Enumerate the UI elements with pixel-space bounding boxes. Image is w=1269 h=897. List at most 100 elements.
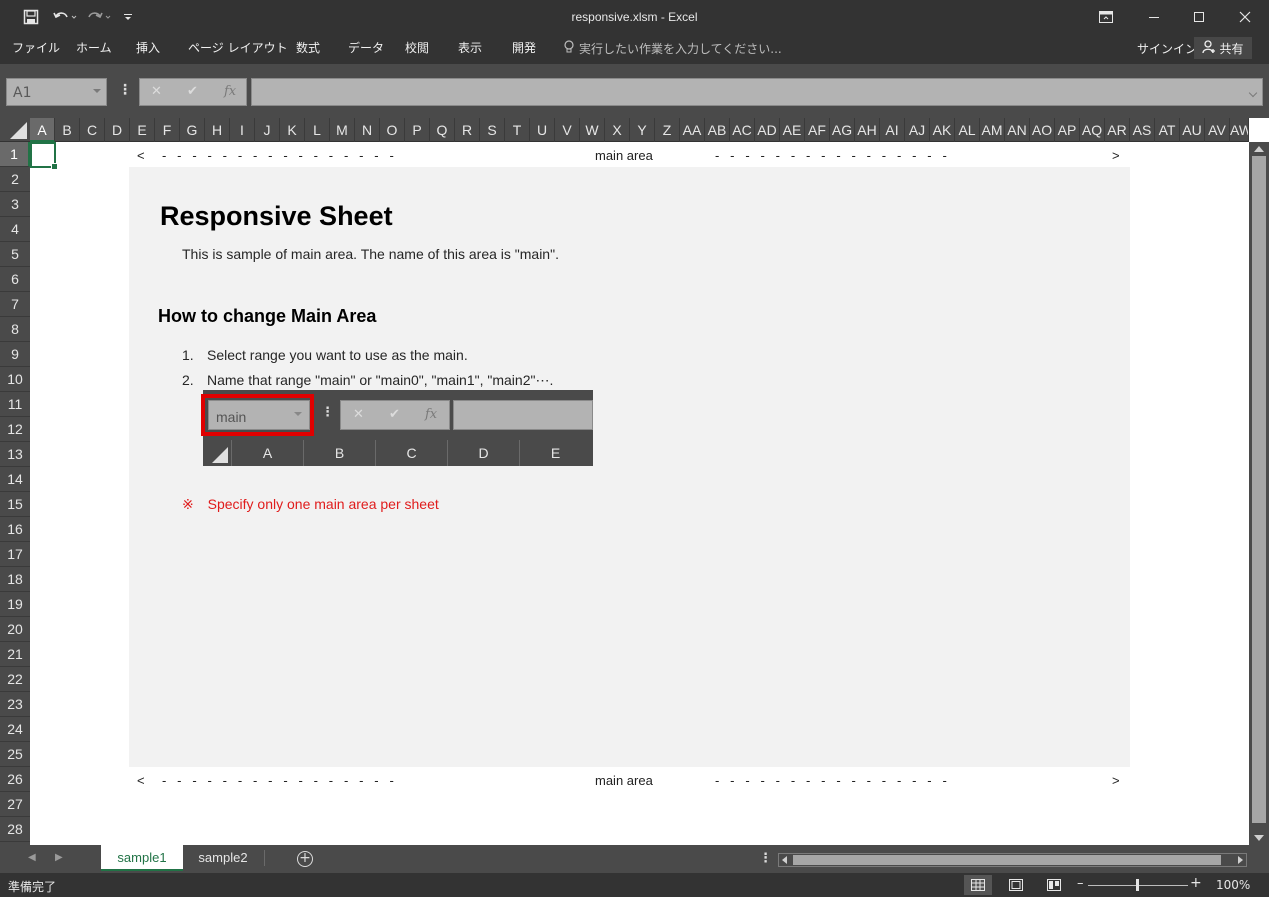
- row-header[interactable]: 17: [0, 542, 30, 567]
- page-layout-view-icon[interactable]: [1002, 875, 1030, 895]
- column-header[interactable]: AN: [1005, 118, 1030, 142]
- column-header[interactable]: H: [205, 118, 230, 142]
- column-header[interactable]: AR: [1105, 118, 1130, 142]
- add-sheet-icon[interactable]: +: [297, 851, 313, 867]
- row-header[interactable]: 5: [0, 242, 30, 267]
- close-button[interactable]: [1222, 0, 1268, 34]
- column-header[interactable]: AP: [1055, 118, 1080, 142]
- column-header[interactable]: AJ: [905, 118, 930, 142]
- row-header[interactable]: 6: [0, 267, 30, 292]
- column-header[interactable]: D: [105, 118, 130, 142]
- tab-home[interactable]: ホーム: [76, 40, 112, 56]
- scroll-left-icon[interactable]: [782, 856, 787, 864]
- row-header[interactable]: 14: [0, 467, 30, 492]
- cancel-icon[interactable]: ✕: [151, 84, 162, 99]
- minimize-button[interactable]: [1131, 0, 1177, 34]
- column-header[interactable]: AC: [730, 118, 755, 142]
- column-header[interactable]: B: [55, 118, 80, 142]
- column-header[interactable]: AD: [755, 118, 780, 142]
- vertical-dots-icon[interactable]: ⋮: [759, 851, 772, 866]
- row-header[interactable]: 18: [0, 567, 30, 592]
- row-header[interactable]: 28: [0, 817, 30, 842]
- column-header[interactable]: AF: [805, 118, 830, 142]
- scroll-down-icon[interactable]: [1254, 835, 1264, 841]
- column-header[interactable]: AT: [1155, 118, 1180, 142]
- column-header[interactable]: AQ: [1080, 118, 1105, 142]
- column-header[interactable]: E: [130, 118, 155, 142]
- row-header[interactable]: 13: [0, 442, 30, 467]
- vertical-dots-icon[interactable]: ⋮: [118, 82, 132, 98]
- row-header[interactable]: 25: [0, 742, 30, 767]
- name-box[interactable]: A1: [6, 78, 107, 106]
- column-header[interactable]: AM: [980, 118, 1005, 142]
- tell-me-box[interactable]: 実行したい作業を入力してください...: [563, 40, 782, 57]
- column-header[interactable]: AL: [955, 118, 980, 142]
- row-header[interactable]: 22: [0, 667, 30, 692]
- previous-sheet-icon[interactable]: ◀: [28, 852, 36, 863]
- column-header[interactable]: S: [480, 118, 505, 142]
- normal-view-icon[interactable]: [964, 875, 992, 895]
- column-header[interactable]: G: [180, 118, 205, 142]
- row-header[interactable]: 23: [0, 692, 30, 717]
- column-header[interactable]: AW: [1230, 118, 1249, 142]
- column-header[interactable]: AS: [1130, 118, 1155, 142]
- row-header[interactable]: 4: [0, 217, 30, 242]
- enter-check-icon[interactable]: ✔: [187, 84, 198, 99]
- column-header[interactable]: L: [305, 118, 330, 142]
- zoom-slider-thumb[interactable]: [1136, 879, 1139, 891]
- column-header[interactable]: N: [355, 118, 380, 142]
- row-header[interactable]: 15: [0, 492, 30, 517]
- row-header[interactable]: 7: [0, 292, 30, 317]
- page-break-preview-icon[interactable]: [1040, 875, 1068, 895]
- sheet-tab-sample1[interactable]: sample1: [101, 845, 183, 871]
- row-header[interactable]: 8: [0, 317, 30, 342]
- ribbon-display-options-icon[interactable]: [1083, 0, 1129, 34]
- row-header[interactable]: 1: [0, 142, 30, 167]
- horizontal-scrollbar[interactable]: [778, 853, 1247, 867]
- scroll-up-icon[interactable]: [1254, 146, 1264, 152]
- column-header[interactable]: Q: [430, 118, 455, 142]
- row-header[interactable]: 20: [0, 617, 30, 642]
- tab-file[interactable]: ファイル: [12, 40, 60, 56]
- column-header[interactable]: X: [605, 118, 630, 142]
- column-header[interactable]: AV: [1205, 118, 1230, 142]
- sheet-tab-sample2[interactable]: sample2: [185, 845, 261, 871]
- column-header[interactable]: R: [455, 118, 480, 142]
- column-header[interactable]: AI: [880, 118, 905, 142]
- row-header[interactable]: 19: [0, 592, 30, 617]
- column-header[interactable]: K: [280, 118, 305, 142]
- row-header[interactable]: 21: [0, 642, 30, 667]
- vertical-scroll-thumb[interactable]: [1252, 156, 1266, 823]
- row-header[interactable]: 24: [0, 717, 30, 742]
- tab-page-layout[interactable]: ページ レイアウト: [188, 40, 288, 56]
- worksheet-grid[interactable]: < - - - - - - - - - - - - - - - - main a…: [30, 142, 1249, 845]
- tab-review[interactable]: 校閲: [405, 40, 429, 56]
- share-button[interactable]: 共有: [1194, 37, 1252, 59]
- column-header[interactable]: AE: [780, 118, 805, 142]
- column-header[interactable]: V: [555, 118, 580, 142]
- column-header[interactable]: AH: [855, 118, 880, 142]
- insert-function-icon[interactable]: fx: [224, 84, 236, 99]
- zoom-out-icon[interactable]: –: [1077, 876, 1084, 891]
- sign-in-link[interactable]: サインイン: [1137, 40, 1197, 57]
- row-header[interactable]: 10: [0, 367, 30, 392]
- zoom-level[interactable]: 100%: [1216, 878, 1250, 892]
- chevron-down-icon[interactable]: [93, 89, 101, 93]
- tab-developer[interactable]: 開発: [512, 40, 536, 56]
- column-header[interactable]: Y: [630, 118, 655, 142]
- tab-data[interactable]: データ: [348, 40, 384, 56]
- row-header[interactable]: 11: [0, 392, 30, 417]
- row-header[interactable]: 9: [0, 342, 30, 367]
- row-header[interactable]: 27: [0, 792, 30, 817]
- maximize-button[interactable]: [1176, 0, 1222, 34]
- column-header[interactable]: AO: [1030, 118, 1055, 142]
- column-header[interactable]: AK: [930, 118, 955, 142]
- column-header[interactable]: I: [230, 118, 255, 142]
- row-header[interactable]: 3: [0, 192, 30, 217]
- row-header[interactable]: 16: [0, 517, 30, 542]
- row-header[interactable]: 2: [0, 167, 30, 192]
- column-header[interactable]: U: [530, 118, 555, 142]
- horizontal-scroll-thumb[interactable]: [793, 855, 1221, 865]
- expand-formula-bar-icon[interactable]: [1248, 88, 1258, 98]
- column-header[interactable]: J: [255, 118, 280, 142]
